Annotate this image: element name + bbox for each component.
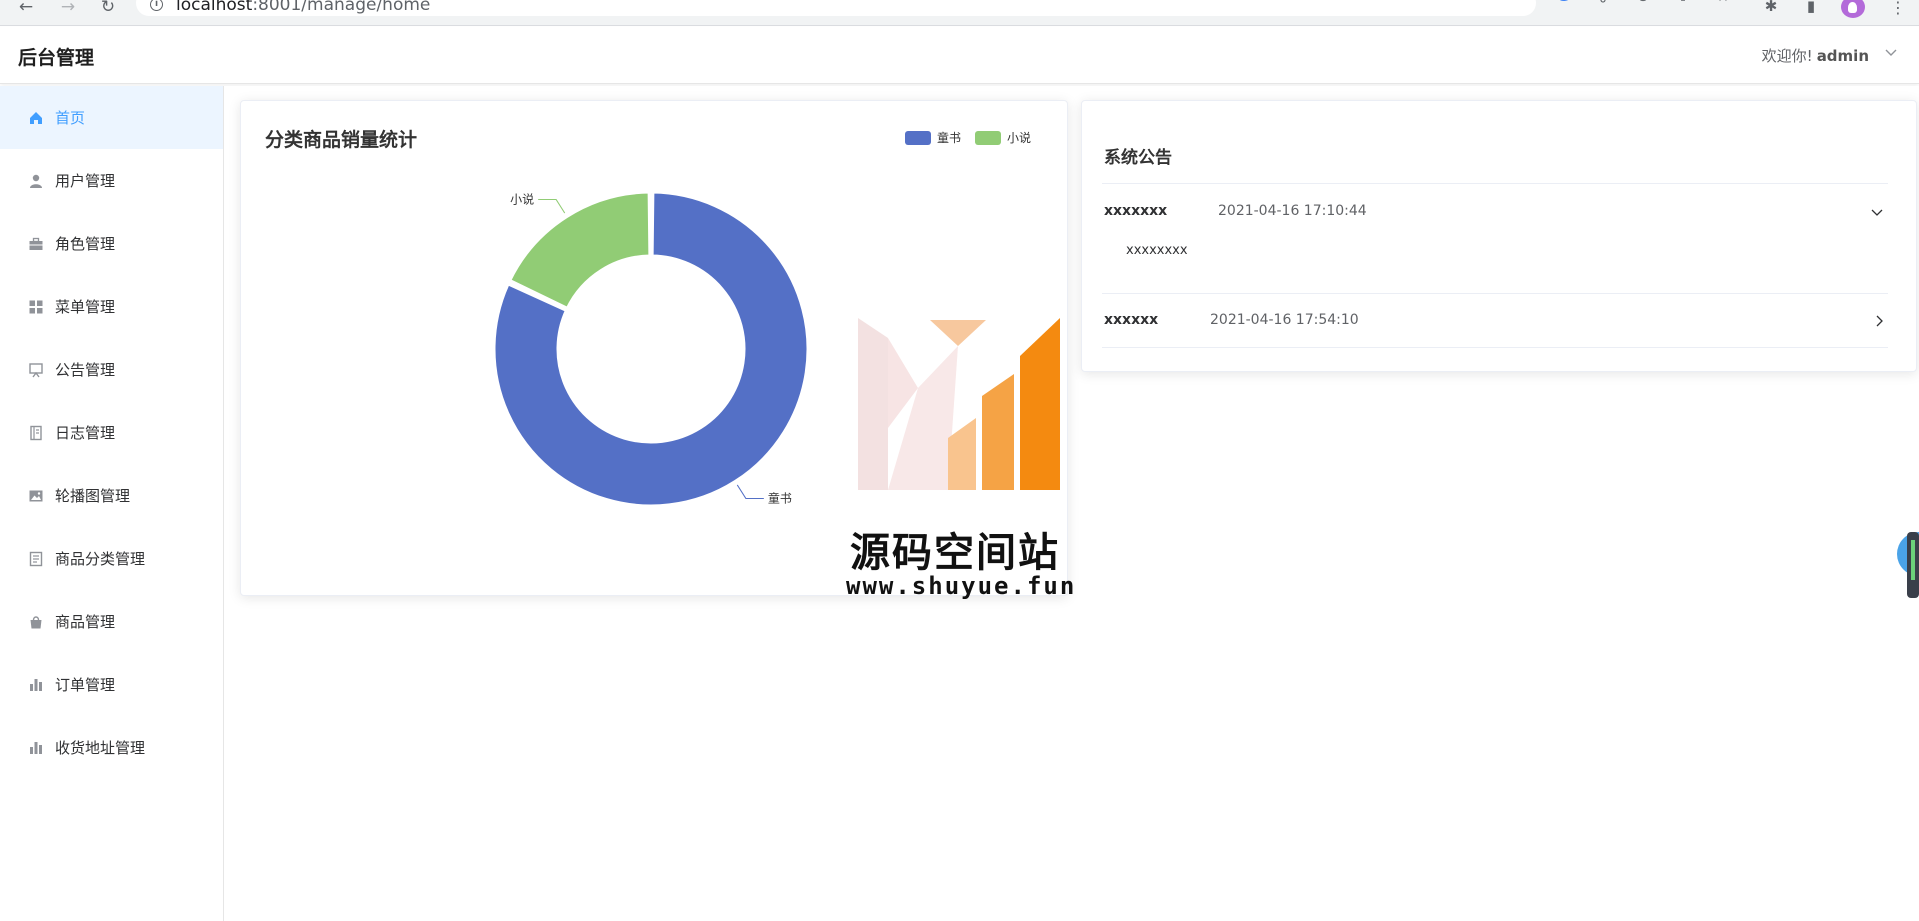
chevron-down-icon[interactable] — [1883, 44, 1899, 60]
notice-card: 系统公告 xxxxxxx 2021-04-16 17:10:44 xxxxxxx… — [1081, 100, 1917, 372]
sidebar-item-label: 轮播图管理 — [55, 487, 131, 505]
sidebar-item-roles[interactable]: 角色管理 — [0, 212, 223, 275]
watermark-name: 源码空间站 — [850, 530, 1060, 576]
divider — [1102, 293, 1888, 294]
user-icon — [27, 172, 45, 190]
bag-icon — [27, 613, 45, 631]
google-icon[interactable]: G — [1552, 0, 1574, 6]
sidebar-item-users[interactable]: 用户管理 — [0, 149, 223, 212]
sidebar-item-label: 用户管理 — [55, 172, 116, 190]
sidebar-item-label: 日志管理 — [55, 424, 116, 442]
sidepanel-icon[interactable]: ▮ — [1800, 0, 1822, 16]
sidebar-item-addresses[interactable]: 收货地址管理 — [0, 716, 223, 779]
address-bar[interactable]: i localhost:8001/manage/home G ⚷ ⊖ ⇪ ☆ — [136, 0, 1730, 16]
notice-title: 系统公告 — [1104, 148, 1172, 168]
arrow-left-icon[interactable]: ← — [14, 0, 38, 18]
reload-icon[interactable]: ↻ — [96, 0, 120, 18]
donut-leader-line-1 — [538, 199, 566, 214]
donut-leader-line-0 — [736, 484, 764, 499]
sidebar-item-products[interactable]: 商品管理 — [0, 590, 223, 653]
sidebar-item-home[interactable]: 首页 — [0, 86, 223, 149]
zoom-out-icon[interactable]: ⊖ — [1632, 0, 1654, 6]
sidebar-item-menus[interactable]: 菜单管理 — [0, 275, 223, 338]
info-icon[interactable]: i — [150, 0, 163, 11]
username: admin — [1816, 47, 1869, 65]
bar-chart-icon — [27, 676, 45, 694]
sidebar-item-notices[interactable]: 公告管理 — [0, 338, 223, 401]
chevron-right-icon[interactable] — [1872, 314, 1886, 328]
briefcase-icon — [27, 235, 45, 253]
profile-avatar[interactable] — [1841, 0, 1865, 18]
main-content: 分类商品销量统计 童书 小说 童书 小说 系统公告 xxxxxxx 2021-04… — [224, 86, 1919, 921]
user-dropdown[interactable]: 欢迎你! admin — [1762, 45, 1869, 66]
chevron-down-icon[interactable] — [1870, 205, 1884, 219]
board-icon — [27, 361, 45, 379]
document-icon — [27, 550, 45, 568]
sidebar-item-label: 订单管理 — [55, 676, 116, 694]
key-icon[interactable]: ⚷ — [1592, 0, 1614, 6]
notice-item-time: 2021-04-16 17:54:10 — [1210, 312, 1359, 328]
home-icon — [27, 109, 45, 127]
watermark-url: www.shuyue.fun — [846, 572, 1077, 600]
watermark-logo — [858, 318, 1060, 490]
notebook-icon — [27, 424, 45, 442]
arrow-right-icon[interactable]: → — [56, 0, 80, 18]
sidebar-item-label: 角色管理 — [55, 235, 116, 253]
floating-assistant-icon[interactable] — [1893, 530, 1919, 600]
sidebar-item-label: 菜单管理 — [55, 298, 116, 316]
notice-item-time: 2021-04-16 17:10:44 — [1218, 203, 1367, 219]
donut-label-1: 小说 — [510, 192, 534, 207]
donut-label-0: 童书 — [768, 490, 792, 505]
app-header: 后台管理 欢迎你! admin — [0, 27, 1919, 84]
notice-item-title[interactable]: xxxxxx — [1104, 312, 1158, 328]
sidebar-item-label: 商品管理 — [55, 613, 116, 631]
bar-chart-icon — [27, 739, 45, 757]
sidebar-item-label: 公告管理 — [55, 361, 116, 379]
sidebar-item-label: 收货地址管理 — [55, 739, 146, 757]
sidebar-item-label: 商品分类管理 — [55, 550, 146, 568]
notice-item-body: xxxxxxxx — [1126, 243, 1188, 258]
grid-icon — [27, 298, 45, 316]
divider — [1102, 183, 1888, 184]
address-text: localhost:8001/manage/home — [176, 0, 431, 15]
sidebar-menu: 首页 用户管理 角色管理 菜单管理 公告管理 日志管理 轮播图管理 商品分类管理… — [0, 86, 224, 921]
sidebar-item-carousel[interactable]: 轮播图管理 — [0, 464, 223, 527]
browser-toolbar: ← → ↻ i localhost:8001/manage/home G ⚷ ⊖… — [0, 0, 1919, 26]
more-menu-icon[interactable]: ⋮ — [1888, 0, 1908, 17]
brand-title: 后台管理 — [18, 47, 95, 69]
welcome-text: 欢迎你! — [1761, 47, 1813, 65]
sidebar-item-label: 首页 — [55, 109, 86, 127]
star-icon[interactable]: ☆ — [1712, 0, 1734, 6]
notice-item-title[interactable]: xxxxxxx — [1104, 203, 1167, 219]
picture-icon — [27, 487, 45, 505]
share-icon[interactable]: ⇪ — [1672, 0, 1694, 6]
donut-slice-1[interactable] — [508, 190, 652, 310]
sidebar-item-categories[interactable]: 商品分类管理 — [0, 527, 223, 590]
divider — [1102, 347, 1888, 348]
extensions-icon[interactable]: ✱ — [1760, 0, 1782, 16]
sidebar-item-orders[interactable]: 订单管理 — [0, 653, 223, 716]
sidebar-item-logs[interactable]: 日志管理 — [0, 401, 223, 464]
